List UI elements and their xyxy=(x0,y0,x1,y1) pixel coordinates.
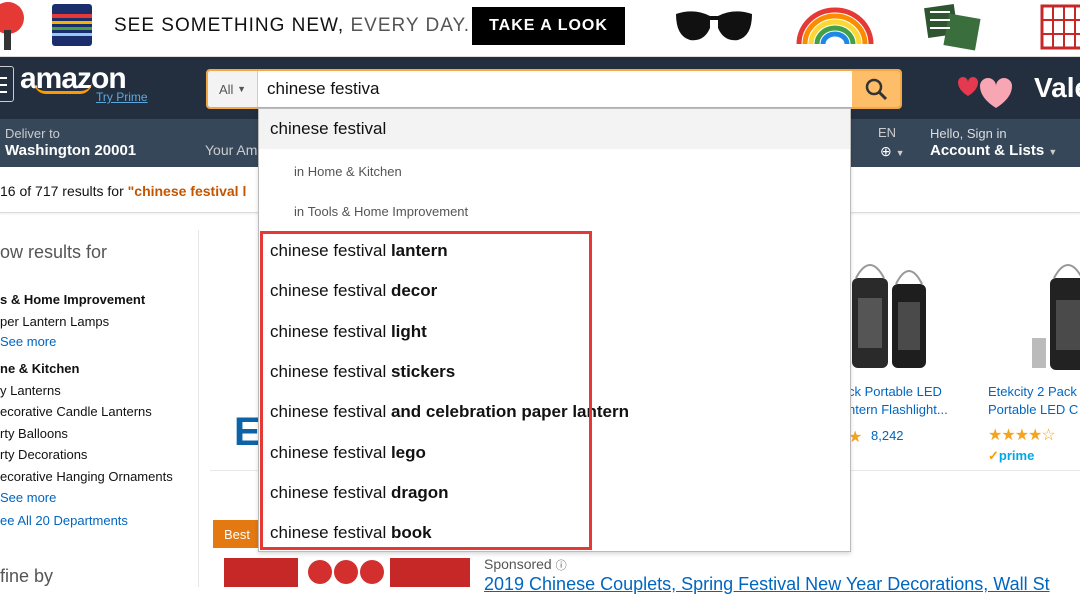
rainbow-icon xyxy=(796,7,874,45)
caret-down-icon: ▼ xyxy=(1048,147,1058,157)
language-selector[interactable]: EN xyxy=(878,125,896,140)
hamburger-menu-icon[interactable] xyxy=(0,66,14,102)
sidebar-item[interactable]: rty Decorations xyxy=(0,447,87,462)
sidebar-item[interactable]: ne & Kitchen xyxy=(0,361,79,376)
results-count: 16 of 717 results for "chinese festival … xyxy=(0,183,247,199)
product-title-line2[interactable]: ntern Flashlight... xyxy=(848,402,948,417)
refine-by-heading: fine by xyxy=(0,566,54,586)
sunglasses-icon xyxy=(676,11,752,41)
search-category-dropdown[interactable]: All ▼ xyxy=(208,71,258,107)
sidebar-item[interactable]: y Lanterns xyxy=(0,383,61,398)
info-icon[interactable]: ⓘ xyxy=(556,560,567,572)
prime-badge: ✓prime xyxy=(988,448,1035,463)
valentine-banner[interactable]: Vale xyxy=(1034,72,1080,104)
deliver-to-label[interactable]: Deliver to xyxy=(5,126,60,141)
review-count[interactable]: 8,242 xyxy=(871,428,904,443)
product-title-line2[interactable]: Portable LED C xyxy=(988,402,1078,417)
sidebar-item[interactable]: See more xyxy=(0,334,56,349)
brand-letter: E xyxy=(234,410,261,454)
suggestion-department[interactable]: in Tools & Home Improvement xyxy=(259,191,850,231)
hearts-icon[interactable] xyxy=(948,70,1028,110)
sidebar-item[interactable]: ee All 20 Departments xyxy=(0,513,128,528)
your-amazon-link[interactable]: Your Am xyxy=(205,142,257,158)
hello-sign-in[interactable]: Hello, Sign in xyxy=(930,126,1007,141)
search-input[interactable] xyxy=(258,71,852,107)
star-rating-icon[interactable]: ★★★★☆ xyxy=(988,425,1056,445)
product-title[interactable]: ck Portable LED xyxy=(848,384,942,399)
search-button[interactable] xyxy=(852,71,900,107)
couplets-product-image[interactable] xyxy=(222,554,482,587)
product-title[interactable]: Etekcity 2 Pack xyxy=(988,384,1077,399)
lantern-product-image[interactable] xyxy=(848,248,938,378)
highlight-box xyxy=(260,231,592,550)
suggestion-department[interactable]: in Home & Kitchen xyxy=(259,151,850,191)
account-lists-menu[interactable]: Account & Lists ▼ xyxy=(930,142,1057,159)
pillows-icon xyxy=(924,4,981,51)
suggestion-item[interactable]: chinese festiva l xyxy=(259,109,850,149)
promo-banner[interactable]: SEE SOMETHING NEW, EVERY DAY. TAKE A LOO… xyxy=(0,0,1080,57)
sidebar-item[interactable]: s & Home Improvement xyxy=(0,292,145,307)
lantern-product-image-2[interactable] xyxy=(1030,250,1080,380)
deliver-location[interactable]: Washington 20001 xyxy=(5,142,136,159)
sidebar-item[interactable]: rty Balloons xyxy=(0,426,68,441)
magnifier-icon xyxy=(865,78,888,101)
search-bar: All ▼ xyxy=(206,69,902,109)
ping-pong-paddle-icon xyxy=(0,2,24,50)
game-board-icon xyxy=(1040,4,1080,50)
sidebar-item[interactable]: See more xyxy=(0,490,56,505)
try-prime-link[interactable]: Try Prime xyxy=(96,90,148,104)
promo-tagline: SEE SOMETHING NEW, EVERY DAY. xyxy=(114,15,470,36)
take-a-look-button[interactable]: TAKE A LOOK xyxy=(472,7,625,45)
sidebar-item[interactable]: per Lantern Lamps xyxy=(0,314,109,329)
blanket-icon xyxy=(52,4,92,46)
sponsored-product-title[interactable]: 2019 Chinese Couplets, Spring Festival N… xyxy=(484,574,1050,595)
sidebar-item[interactable]: ecorative Candle Lanterns xyxy=(0,404,152,419)
caret-down-icon: ▼ xyxy=(237,84,246,94)
sidebar-item[interactable]: ecorative Hanging Ornaments xyxy=(0,469,173,484)
best-seller-badge: Best xyxy=(213,520,259,548)
amazon-smile-icon xyxy=(34,82,92,94)
sidebar-heading: ow results for xyxy=(0,242,108,262)
sidebar-divider xyxy=(198,230,199,587)
sponsored-label: Sponsored ⓘ xyxy=(484,556,567,572)
globe-icon[interactable]: ⊕ ▼ xyxy=(880,143,905,160)
